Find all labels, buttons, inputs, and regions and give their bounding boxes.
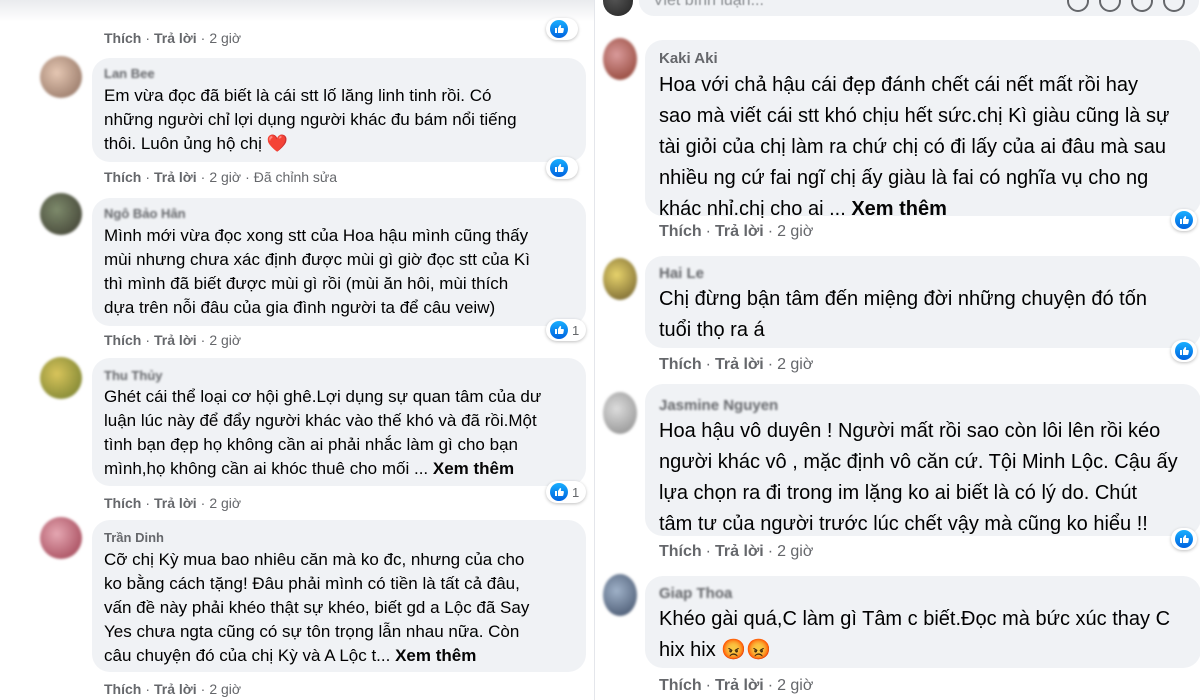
timestamp[interactable]: 2 giờ bbox=[209, 681, 241, 697]
reply-link[interactable]: Trả lời bbox=[154, 30, 197, 46]
commenter-name[interactable]: Thu Thủy bbox=[104, 368, 163, 383]
avatar[interactable] bbox=[603, 392, 637, 434]
like-link[interactable]: Thích bbox=[659, 223, 702, 240]
composer-icons bbox=[1067, 0, 1185, 12]
commenter-name[interactable]: Ngô Bảo Hân bbox=[104, 206, 186, 221]
comment-input[interactable]: Viết bình luận... bbox=[639, 0, 1199, 16]
timestamp[interactable]: 2 giờ bbox=[777, 223, 813, 240]
emoji-icon[interactable] bbox=[1067, 0, 1089, 12]
like-reaction-icon bbox=[550, 483, 568, 501]
sticker-icon[interactable] bbox=[1163, 0, 1185, 12]
see-more-link[interactable]: Xem thêm bbox=[395, 646, 476, 665]
see-more-link[interactable]: Xem thêm bbox=[433, 459, 514, 478]
reply-link[interactable]: Trả lời bbox=[715, 543, 764, 560]
timestamp[interactable]: 2 giờ bbox=[777, 543, 813, 560]
avatar[interactable] bbox=[603, 574, 637, 616]
comment-text: Mình mới vừa đọc xong stt của Hoa hậu mì… bbox=[104, 226, 530, 317]
reaction-badge[interactable] bbox=[1171, 528, 1197, 550]
like-link[interactable]: Thích bbox=[659, 677, 702, 694]
reply-link[interactable]: Trả lời bbox=[715, 223, 764, 240]
comment-actions: Thích · Trả lời · 2 giờ bbox=[104, 681, 242, 697]
avatar[interactable] bbox=[40, 193, 82, 235]
comment-text: Cỡ chị Kỳ mua bao nhiêu căn mà ko đc, nh… bbox=[104, 550, 530, 665]
reply-link[interactable]: Trả lời bbox=[154, 169, 197, 185]
commenter-name[interactable]: Kaki Aki bbox=[659, 50, 718, 67]
comment-actions: Thích · Trả lời · 2 giờ bbox=[659, 223, 814, 240]
like-link[interactable]: Thích bbox=[104, 30, 141, 46]
user-avatar[interactable] bbox=[603, 0, 633, 16]
comment-actions: Thích · Trả lời · 2 giờ · Đã chỉnh sửa bbox=[104, 169, 338, 185]
avatar[interactable] bbox=[40, 56, 82, 98]
reaction-badge[interactable] bbox=[1171, 340, 1197, 362]
reaction-badge[interactable]: 1 bbox=[546, 319, 586, 341]
avatar[interactable] bbox=[603, 38, 637, 80]
comment-actions: Thích · Trả lời · 2 giờ bbox=[659, 677, 814, 694]
comment-text: Khéo gài quá,C làm gì Tâm c biết.Đọc mà … bbox=[659, 608, 1171, 661]
reply-link[interactable]: Trả lời bbox=[154, 495, 197, 511]
timestamp[interactable]: 2 giờ bbox=[777, 356, 813, 373]
reply-link[interactable]: Trả lời bbox=[715, 356, 764, 373]
avatar[interactable] bbox=[40, 517, 82, 559]
timestamp[interactable]: 2 giờ bbox=[209, 495, 241, 511]
comment-actions: Thích · Trả lời · 2 giờ bbox=[104, 495, 242, 511]
reaction-count: 1 bbox=[572, 322, 580, 338]
like-link[interactable]: Thích bbox=[104, 681, 141, 697]
like-reaction-icon bbox=[1175, 211, 1193, 229]
comment-actions: Thích · Trả lời · 2 giờ bbox=[104, 30, 242, 46]
camera-icon[interactable] bbox=[1099, 0, 1121, 12]
reaction-count: 1 bbox=[572, 484, 580, 500]
like-reaction-icon bbox=[1175, 530, 1193, 548]
like-link[interactable]: Thích bbox=[659, 356, 702, 373]
comment-actions: Thích · Trả lời · 2 giờ bbox=[659, 356, 814, 373]
like-link[interactable]: Thích bbox=[104, 332, 141, 348]
comment-input-placeholder: Viết bình luận... bbox=[653, 0, 764, 9]
heart-emoji: ❤️ bbox=[266, 134, 288, 153]
avatar[interactable] bbox=[603, 258, 637, 300]
commenter-name[interactable]: Jasmine Nguyen bbox=[659, 397, 778, 414]
like-link[interactable]: Thích bbox=[104, 169, 141, 185]
comment-actions: Thích · Trả lời · 2 giờ bbox=[104, 332, 242, 348]
reply-link[interactable]: Trả lời bbox=[154, 681, 197, 697]
comment-text: Chị đừng bận tâm đến miệng đời những chu… bbox=[659, 288, 1147, 341]
comment-text: Ghét cái thể loại cơ hội ghê.Lợi dụng sự… bbox=[104, 387, 542, 478]
commenter-name[interactable]: Lan Bee bbox=[104, 66, 155, 81]
reply-link[interactable]: Trả lời bbox=[715, 677, 764, 694]
gif-icon[interactable] bbox=[1131, 0, 1153, 12]
like-reaction-icon bbox=[1175, 342, 1193, 360]
avatar[interactable] bbox=[40, 357, 82, 399]
like-link[interactable]: Thích bbox=[659, 543, 702, 560]
timestamp[interactable]: 2 giờ bbox=[209, 30, 241, 46]
comment-actions: Thích · Trả lời · 2 giờ bbox=[659, 543, 814, 560]
top-divider bbox=[0, 0, 594, 22]
comment-text: Hoa với chả hậu cái đẹp đánh chết cái nế… bbox=[659, 74, 1170, 220]
comment-text: Em vừa đọc đã biết là cái stt lố lăng li… bbox=[104, 86, 517, 153]
like-reaction-icon bbox=[550, 20, 568, 38]
commenter-name[interactable]: Hai Le bbox=[659, 265, 704, 282]
timestamp[interactable]: 2 giờ bbox=[777, 677, 813, 694]
like-reaction-icon bbox=[550, 159, 568, 177]
reaction-badge[interactable] bbox=[1171, 209, 1197, 231]
like-reaction-icon bbox=[550, 321, 568, 339]
reply-link[interactable]: Trả lời bbox=[154, 332, 197, 348]
reaction-badge[interactable]: 1 bbox=[546, 481, 586, 503]
angry-emoji: 😡😡 bbox=[721, 639, 772, 661]
timestamp[interactable]: 2 giờ bbox=[209, 332, 241, 348]
like-link[interactable]: Thích bbox=[104, 495, 141, 511]
commenter-name[interactable]: Giap Thoa bbox=[659, 585, 732, 602]
right-comments-panel: Viết bình luận... Kaki Aki Hoa với chả h… bbox=[594, 0, 1200, 700]
commenter-name[interactable]: Trần Dinh bbox=[104, 530, 164, 545]
see-more-link[interactable]: Xem thêm bbox=[851, 198, 947, 220]
left-comments-panel: Thích · Trả lời · 2 giờ Lan Bee Em vừa đọc đ… bbox=[0, 0, 594, 700]
comment-text: Hoa hậu vô duyên ! Người mất rồi sao còn… bbox=[659, 420, 1178, 535]
reaction-badge[interactable] bbox=[546, 157, 578, 179]
reaction-badge[interactable] bbox=[546, 18, 578, 40]
timestamp[interactable]: 2 giờ bbox=[209, 169, 241, 185]
edited-label: Đã chỉnh sửa bbox=[253, 169, 338, 185]
